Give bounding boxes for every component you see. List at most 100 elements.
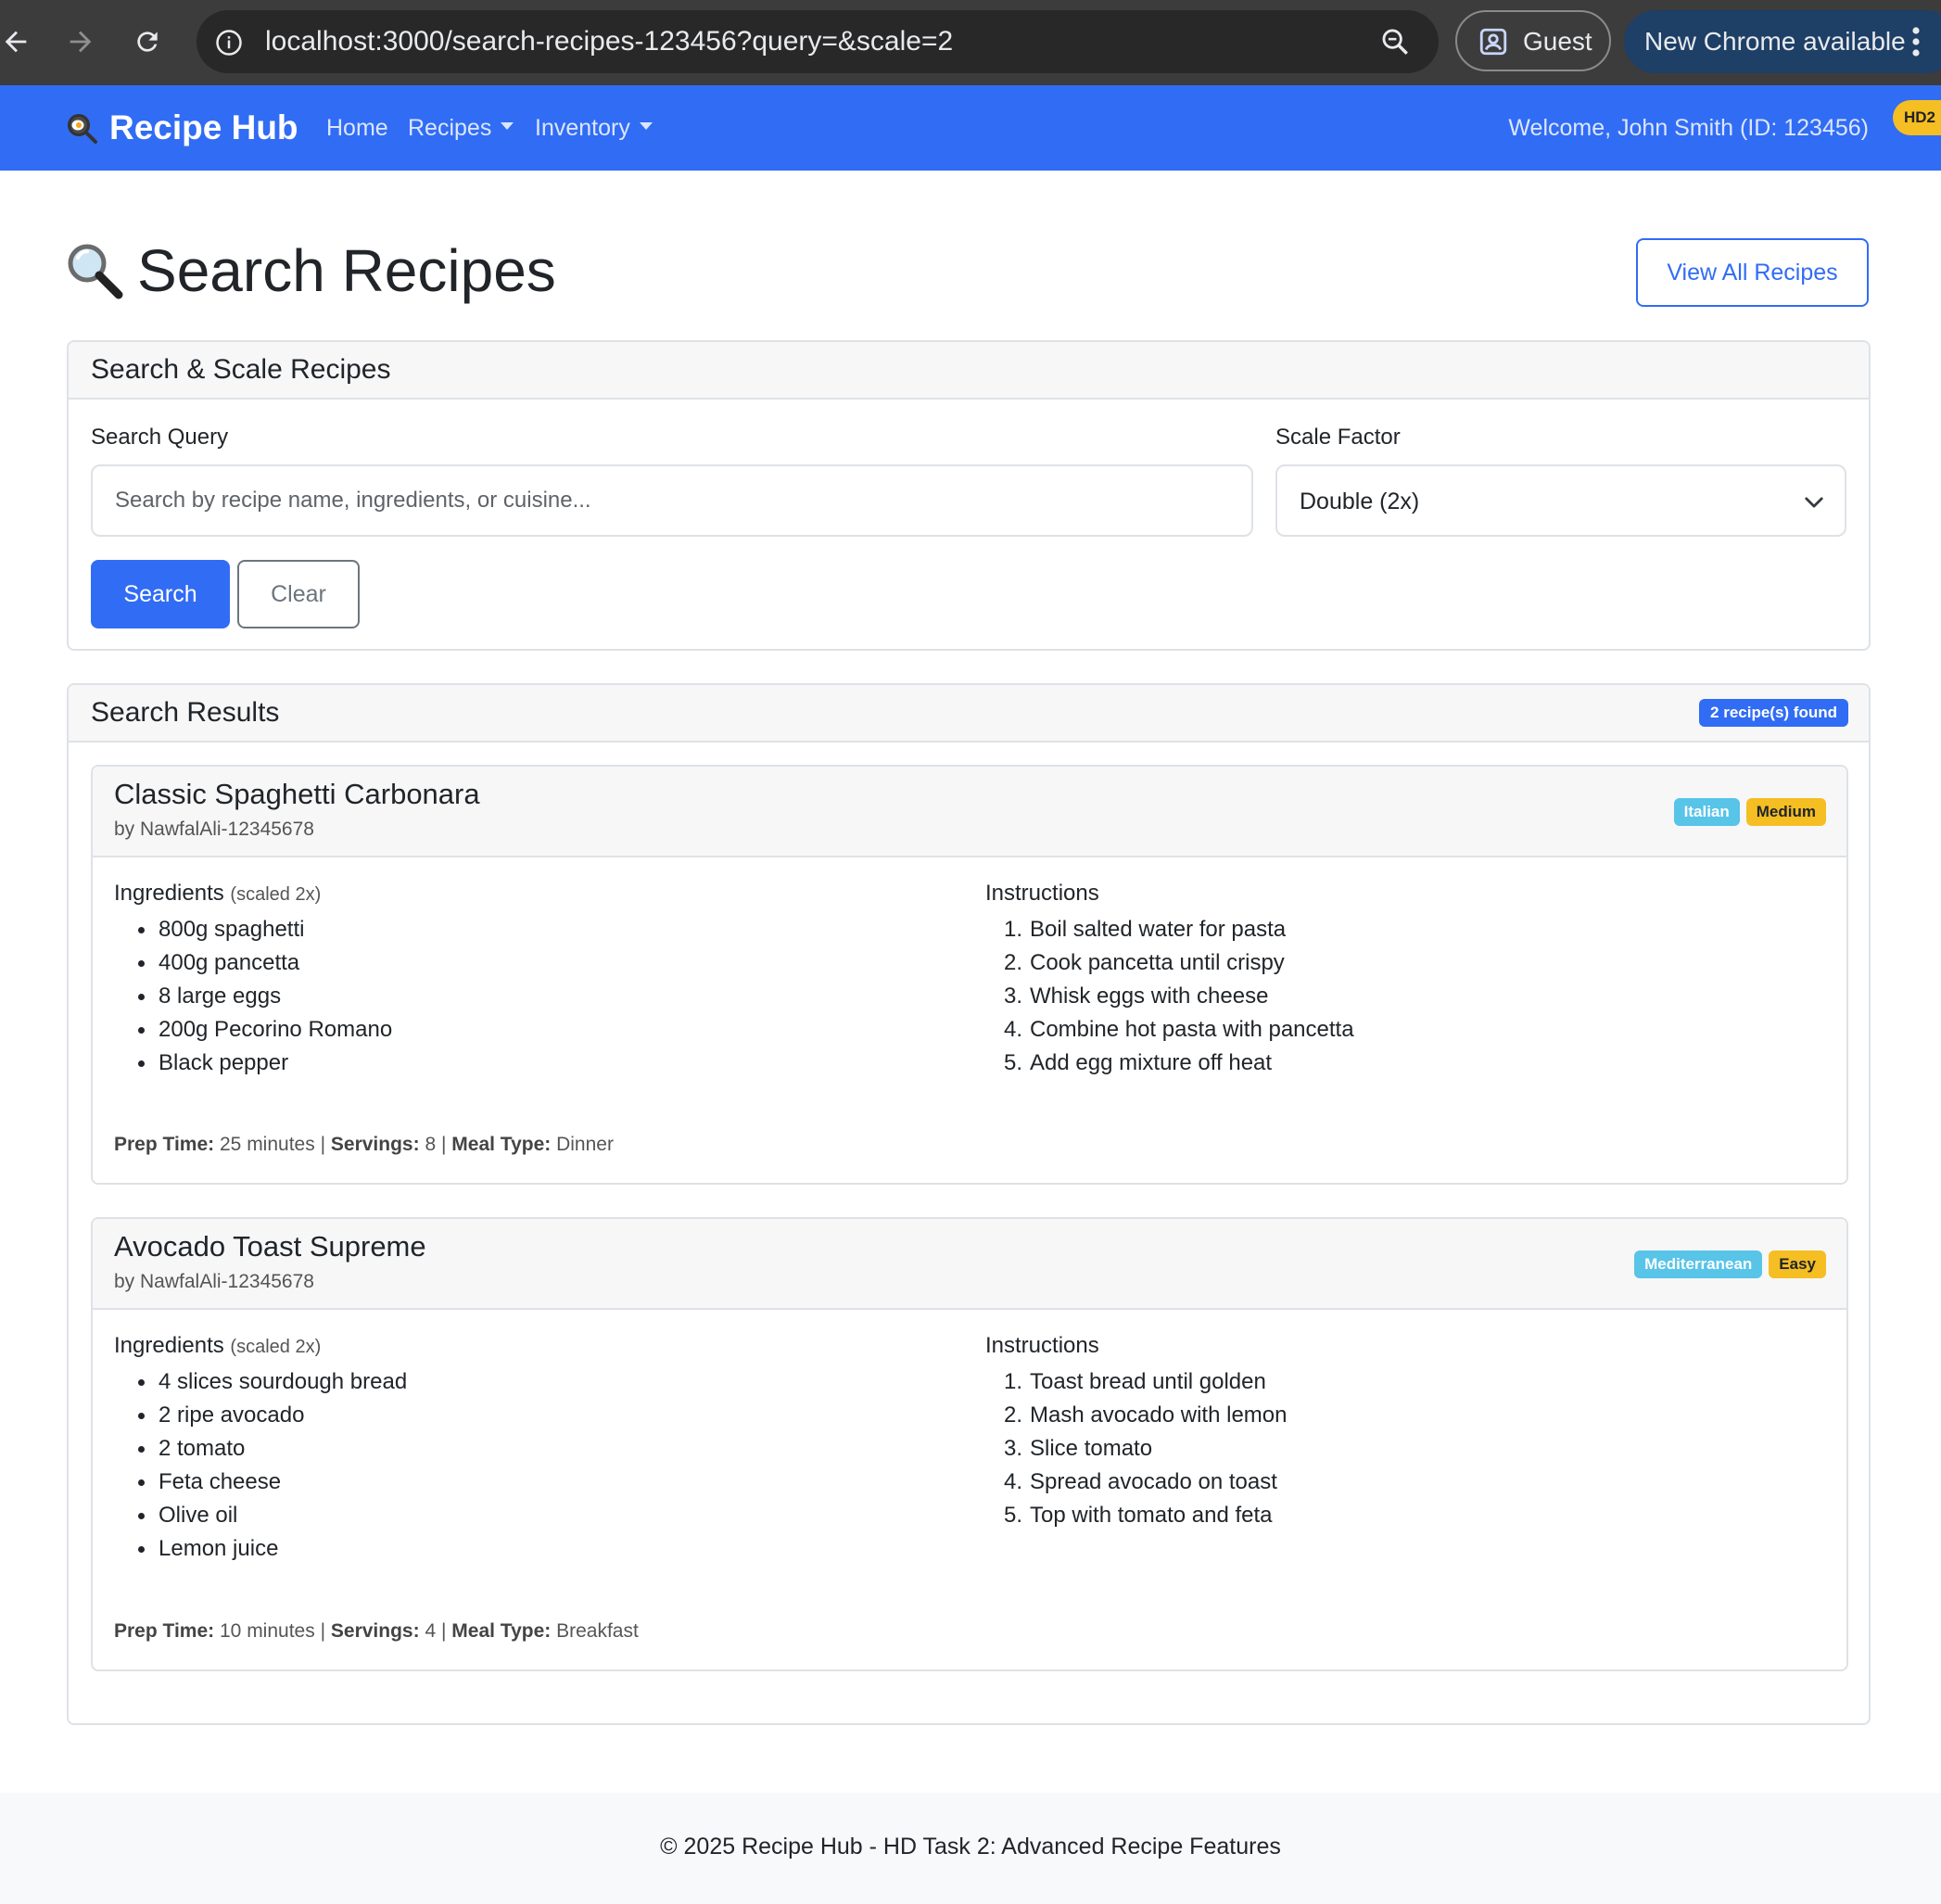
search-query-label: Search Query bbox=[91, 425, 229, 450]
forward-button[interactable] bbox=[59, 20, 102, 63]
welcome-text: Welcome, John Smith (ID: 123456) bbox=[1508, 115, 1869, 141]
results-card-header: Search Results 2 recipe(s) found bbox=[69, 685, 1869, 743]
back-button[interactable] bbox=[0, 20, 37, 63]
list-item: 5. Add egg mixture off heat bbox=[1004, 1050, 1273, 1075]
search-button[interactable]: Search bbox=[91, 560, 230, 628]
address-bar[interactable]: localhost:3000/search-recipes-123456?que… bbox=[197, 10, 1439, 73]
scale-factor-label: Scale Factor bbox=[1275, 425, 1401, 450]
difficulty-badge: Easy bbox=[1769, 1250, 1826, 1278]
results-count-badge: 2 recipe(s) found bbox=[1699, 699, 1848, 727]
profile-icon bbox=[1479, 28, 1507, 56]
nav-inventory-dropdown[interactable]: Inventory bbox=[535, 113, 653, 143]
cuisine-badge: Mediterranean bbox=[1634, 1250, 1763, 1278]
caret-down-icon bbox=[501, 122, 514, 131]
chrome-update-label: New Chrome available bbox=[1644, 27, 1906, 56]
ingredients-list: 800g spaghetti 400g pancetta 8 large egg… bbox=[114, 913, 392, 1080]
more-vert-icon[interactable] bbox=[1911, 25, 1921, 58]
magnifier-icon bbox=[68, 244, 123, 299]
list-item: 4. Combine hot pasta with pancetta bbox=[1004, 1017, 1354, 1042]
list-item: 800g spaghetti bbox=[114, 913, 392, 946]
list-item: Lemon juice bbox=[114, 1532, 407, 1566]
recipe-card: Classic Spaghetti Carbonara by NawfalAli… bbox=[91, 765, 1848, 1185]
search-card: Search & Scale Recipes Search Query Scal… bbox=[67, 340, 1871, 651]
list-item: Olive oil bbox=[114, 1499, 407, 1532]
search-input[interactable] bbox=[91, 464, 1253, 537]
ingredients-list: 4 slices sourdough bread 2 ripe avocado … bbox=[114, 1365, 407, 1566]
list-item: 3. Whisk eggs with cheese bbox=[1004, 984, 1269, 1009]
scale-factor-select[interactable]: Double (2x) bbox=[1275, 464, 1846, 537]
reload-icon bbox=[137, 32, 158, 52]
url-text[interactable]: localhost:3000/search-recipes-123456?que… bbox=[265, 23, 953, 60]
caret-down-icon bbox=[639, 122, 653, 131]
list-item: 4. Spread avocado on toast bbox=[1004, 1469, 1277, 1494]
chevron-down-icon bbox=[1805, 497, 1823, 508]
search-card-header: Search & Scale Recipes bbox=[69, 342, 1869, 400]
recipe-title: Classic Spaghetti Carbonara bbox=[114, 778, 480, 810]
instructions-list: 1. Boil salted water for pasta 2. Cook pan… bbox=[985, 913, 1354, 1080]
reload-button[interactable] bbox=[126, 20, 169, 63]
chrome-update-button[interactable]: New Chrome available bbox=[1624, 10, 1941, 73]
list-item: 1. Boil salted water for pasta bbox=[1004, 917, 1287, 942]
ingredients-title: Ingredients (scaled 2x) bbox=[114, 880, 321, 908]
list-item: 8 large eggs bbox=[114, 980, 392, 1013]
recipe-header: Classic Spaghetti Carbonara by NawfalAli… bbox=[93, 767, 1846, 857]
ingredients-title-text: Ingredients bbox=[114, 881, 224, 906]
info-icon[interactable] bbox=[215, 29, 243, 57]
nav-home[interactable]: Home bbox=[326, 113, 388, 143]
recipe-title: Avocado Toast Supreme bbox=[114, 1230, 426, 1263]
nav-recipes-label: Recipes bbox=[408, 115, 492, 141]
scaled-note: (scaled 2x) bbox=[230, 884, 322, 905]
cuisine-badge: Italian bbox=[1673, 798, 1740, 826]
results-card: Search Results 2 recipe(s) found Classic… bbox=[67, 683, 1871, 1725]
page-footer: © 2025 Recipe Hub - HD Task 2: Advanced … bbox=[0, 1793, 1941, 1904]
arrow-right-icon bbox=[70, 31, 92, 53]
view-all-recipes-button[interactable]: View All Recipes bbox=[1636, 238, 1869, 307]
brand-link[interactable]: Recipe Hub bbox=[65, 104, 298, 152]
recipe-meta: Prep Time: 10 minutes | Servings: 4 | Me… bbox=[114, 1620, 639, 1642]
clear-button[interactable]: Clear bbox=[237, 560, 360, 628]
app-navbar: Recipe Hub Home Recipes Inventory Welcom… bbox=[0, 85, 1941, 171]
list-item: 4 slices sourdough bread bbox=[114, 1365, 407, 1399]
ingredients-title: Ingredients (scaled 2x) bbox=[114, 1332, 321, 1361]
list-item: 1. Toast bread until golden bbox=[1004, 1369, 1266, 1394]
list-item: 2 tomato bbox=[114, 1432, 407, 1466]
list-item: 2. Mash avocado with lemon bbox=[1004, 1403, 1288, 1428]
recipe-tags: Mediterranean Easy bbox=[1634, 1250, 1826, 1278]
profile-button[interactable]: Guest bbox=[1455, 10, 1611, 71]
recipe-author: by NawfalAli-12345678 bbox=[114, 1271, 314, 1292]
page-title-text: Search Recipes bbox=[137, 237, 556, 304]
instructions-title: Instructions bbox=[985, 1333, 1099, 1358]
list-item: 2 ripe avocado bbox=[114, 1399, 407, 1432]
nav-recipes-dropdown[interactable]: Recipes bbox=[408, 113, 514, 143]
recipe-author: by NawfalAli-12345678 bbox=[114, 819, 314, 840]
recipe-card: Avocado Toast Supreme by NawfalAli-12345… bbox=[91, 1217, 1848, 1671]
hd-badge: HD2 bbox=[1893, 100, 1941, 135]
list-item: Feta cheese bbox=[114, 1466, 407, 1499]
list-item: 5. Top with tomato and feta bbox=[1004, 1503, 1273, 1528]
nav-inventory-label: Inventory bbox=[535, 115, 630, 141]
difficulty-badge: Medium bbox=[1745, 798, 1826, 826]
list-item: 2. Cook pancetta until crispy bbox=[1004, 950, 1285, 975]
instructions-title: Instructions bbox=[985, 881, 1099, 906]
footer-text: © 2025 Recipe Hub - HD Task 2: Advanced … bbox=[660, 1834, 1281, 1860]
recipe-meta: Prep Time: 25 minutes | Servings: 8 | Me… bbox=[114, 1134, 614, 1155]
brand-name: Recipe Hub bbox=[109, 108, 298, 146]
instructions-list: 1. Toast bread until golden 2. Mash avocad… bbox=[985, 1365, 1287, 1532]
ingredients-title-text: Ingredients bbox=[114, 1333, 224, 1358]
results-card-title: Search Results bbox=[91, 697, 280, 728]
list-item: Black pepper bbox=[114, 1047, 392, 1080]
browser-toolbar: localhost:3000/search-recipes-123456?que… bbox=[0, 0, 1941, 85]
zoom-icon[interactable] bbox=[1379, 26, 1411, 57]
list-item: 200g Pecorino Romano bbox=[114, 1013, 392, 1047]
arrow-left-icon bbox=[5, 31, 27, 53]
list-item: 400g pancetta bbox=[114, 946, 392, 980]
search-card-title: Search & Scale Recipes bbox=[91, 354, 391, 385]
scaled-note: (scaled 2x) bbox=[230, 1337, 322, 1357]
profile-label: Guest bbox=[1523, 27, 1592, 56]
recipe-header: Avocado Toast Supreme by NawfalAli-12345… bbox=[93, 1219, 1846, 1310]
recipe-tags: Italian Medium bbox=[1673, 798, 1826, 826]
frying-pan-icon bbox=[68, 114, 97, 144]
page-title: Search Recipes bbox=[65, 232, 556, 310]
list-item: 3. Slice tomato bbox=[1004, 1436, 1153, 1461]
scale-factor-value: Double (2x) bbox=[1300, 489, 1420, 514]
